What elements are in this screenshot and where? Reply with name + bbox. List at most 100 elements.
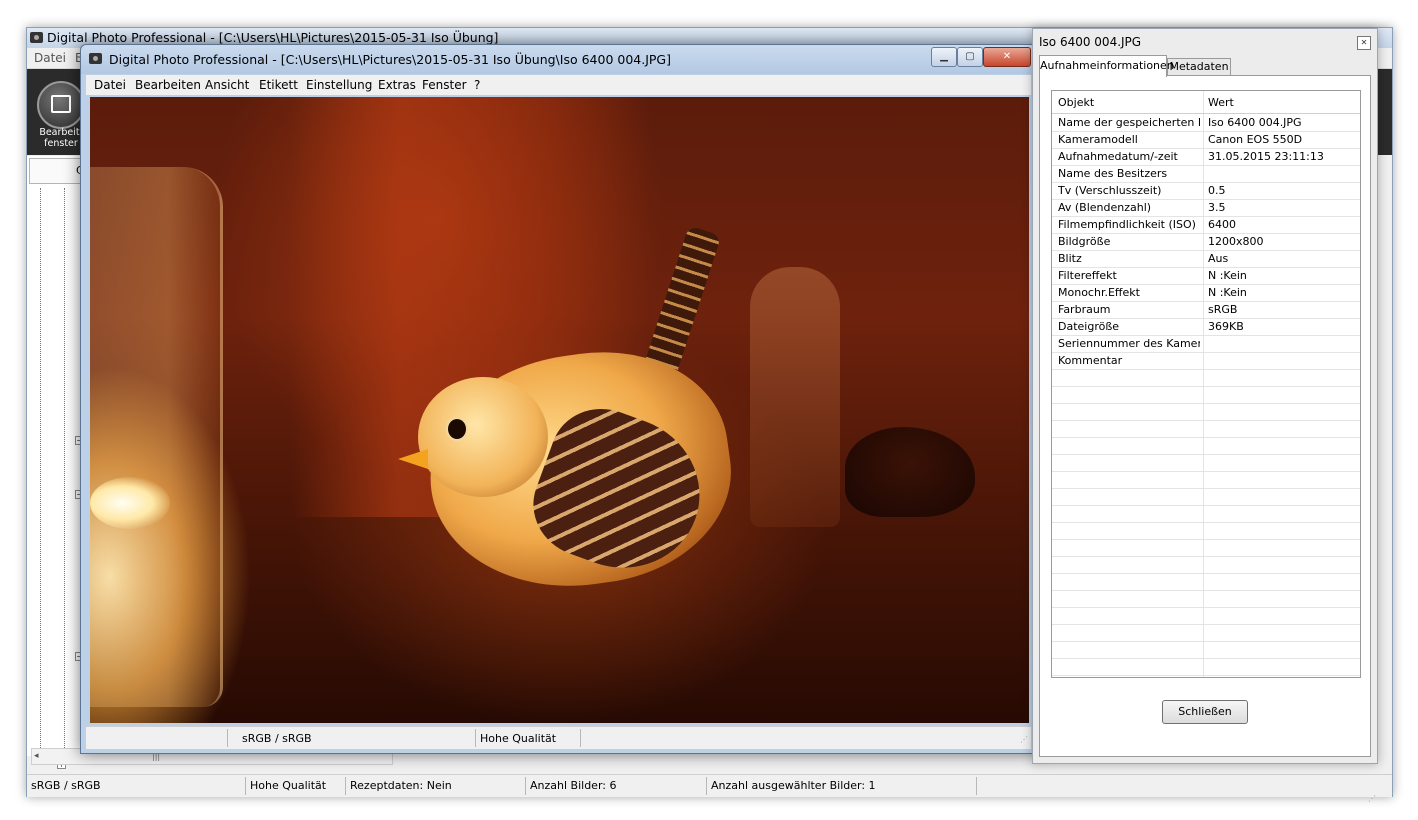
resize-grip-icon[interactable]: ⋰ [1368,794,1376,803]
table-row[interactable]: Tv (Verschlusszeit) 0.5 [1052,182,1360,200]
row-value: N :Kein [1208,269,1247,282]
table-row [1052,420,1360,438]
column-header-wert[interactable]: Wert [1208,96,1358,109]
row-value: N :Kein [1208,286,1247,299]
table-row[interactable]: Av (Blendenzahl) 3.5 [1052,199,1360,217]
scroll-left-icon[interactable]: ◂ [34,751,39,761]
table-row [1052,505,1360,523]
table-row[interactable]: Name der gespeicherten D... Iso 6400 004.… [1052,114,1360,132]
photo-candle-flame [90,477,170,529]
close-icon: ✕ [1002,51,1012,62]
main-menu-datei[interactable]: Datei [34,51,66,65]
row-value: Aus [1208,252,1229,265]
viewer-menu-bar: Datei Bearbeiten Ansicht Etikett Einstel… [86,75,1031,95]
row-key: Kameramodell [1058,133,1138,146]
info-table: Objekt Wert Name der gespeicherten D... I… [1051,90,1361,678]
table-row[interactable]: Filmempfindlichkeit (ISO) 6400 [1052,216,1360,234]
row-key: Farbraum [1058,303,1111,316]
menu-datei[interactable]: Datei [94,78,126,92]
row-key: Av (Blendenzahl) [1058,201,1152,214]
row-value: 3.5 [1208,201,1226,214]
tab-metadaten[interactable]: Metadaten [1167,58,1231,76]
viewer-title-bar[interactable]: Digital Photo Professional - [C:\Users\H… [81,45,1038,74]
row-key: Seriennummer des Kamera... [1058,337,1200,350]
table-row [1052,488,1360,506]
resize-grip-icon[interactable]: ⋰ [1020,735,1028,744]
info-title-bar[interactable]: Iso 6400 004.JPG ✕ [1033,29,1377,53]
photo-bird-eye [446,417,468,441]
info-close-icon[interactable]: ✕ [1357,36,1371,50]
row-value: Iso 6400 004.JPG [1208,116,1302,129]
photo-candle-glass [90,167,223,707]
table-row[interactable]: Farbraum sRGB [1052,301,1360,319]
table-row[interactable]: Aufnahmedatum/-zeit 31.05.2015 23:11:13 [1052,148,1360,166]
tab-aufnahmeinformationen[interactable]: Aufnahmeinformationen [1039,55,1174,77]
close-dialog-button[interactable]: Schließen [1162,700,1248,724]
menu-ansicht[interactable]: Ansicht [205,78,249,92]
info-dialog-title: Iso 6400 004.JPG [1039,35,1142,49]
table-row[interactable]: Monochr.Effekt N :Kein [1052,284,1360,302]
status-quality: Hohe Qualität [250,779,327,792]
table-row [1052,675,1360,677]
status-selected-count: Anzahl ausgewählter Bilder: 1 [711,779,876,792]
info-tab-panel: Objekt Wert Name der gespeicherten D... I… [1039,75,1376,803]
column-header-objekt[interactable]: Objekt [1058,96,1200,109]
table-row [1052,386,1360,404]
row-key: Name des Besitzers [1058,167,1168,180]
menu-einstellung[interactable]: Einstellung [306,78,372,92]
row-key: Bildgröße [1058,235,1111,248]
close-button[interactable]: ✕ [983,47,1031,67]
row-key: Filmempfindlichkeit (ISO) [1058,218,1196,231]
shooting-info-dialog: Iso 6400 004.JPG ✕ Aufnahmeinformationen… [1032,28,1378,803]
edit-window-button[interactable] [37,81,85,129]
tree-guide-line [64,188,65,756]
row-key: Blitz [1058,252,1082,265]
table-row [1052,658,1360,676]
status-color-space: sRGB / sRGB [31,779,101,792]
main-window-title: Digital Photo Professional - [C:\Users\H… [47,30,499,45]
table-row [1052,369,1360,387]
table-row[interactable]: Filtereffekt N :Kein [1052,267,1360,285]
table-row [1052,539,1360,557]
table-row [1052,454,1360,472]
table-row[interactable]: Blitz Aus [1052,250,1360,268]
table-row [1052,607,1360,625]
folder-tree-tab[interactable]: C [29,158,87,184]
row-value: Canon EOS 550D [1208,133,1303,146]
viewer-status-bar: sRGB / sRGB Hohe Qualität ⋰ [86,726,1031,749]
table-row[interactable]: Kameramodell Canon EOS 550D [1052,131,1360,149]
minimize-icon: ▁ [940,51,948,62]
table-row[interactable]: Name des Besitzers [1052,165,1360,183]
table-row [1052,641,1360,659]
row-key: Filtereffekt [1058,269,1117,282]
status-recipe: Rezeptdaten: Nein [350,779,452,792]
photo-preview[interactable] [90,97,1029,723]
menu-fenster[interactable]: Fenster [422,78,467,92]
minimize-button[interactable]: ▁ [931,47,957,67]
row-key: Name der gespeicherten D... [1058,116,1200,129]
menu-help[interactable]: ? [474,78,480,92]
camera-icon [89,53,102,64]
menu-etikett[interactable]: Etikett [259,78,298,92]
table-row [1052,590,1360,608]
main-status-bar: sRGB / sRGB Hohe Qualität Rezeptdaten: N… [27,774,1392,797]
table-row[interactable]: Seriennummer des Kamera... [1052,335,1360,353]
table-row [1052,624,1360,642]
camera-icon [30,32,43,43]
menu-bearbeiten[interactable]: Bearbeiten [135,78,201,92]
row-value: 369KB [1208,320,1244,333]
maximize-button[interactable]: ▢ [957,47,983,67]
table-row [1052,471,1360,489]
viewer-status-quality: Hohe Qualität [480,732,557,745]
table-row[interactable]: Kommentar [1052,352,1360,370]
row-value: 0.5 [1208,184,1226,197]
edit-window-icon [51,95,71,113]
table-row[interactable]: Bildgröße 1200x800 [1052,233,1360,251]
viewer-window-title: Digital Photo Professional - [C:\Users\H… [109,52,671,67]
menu-extras[interactable]: Extras [378,78,416,92]
table-row[interactable]: Dateigröße 369KB [1052,318,1360,336]
row-value: 6400 [1208,218,1236,231]
image-viewer-window: Digital Photo Professional - [C:\Users\H… [80,44,1039,754]
tree-guide-line [40,188,41,756]
photo-figurine [750,267,840,527]
